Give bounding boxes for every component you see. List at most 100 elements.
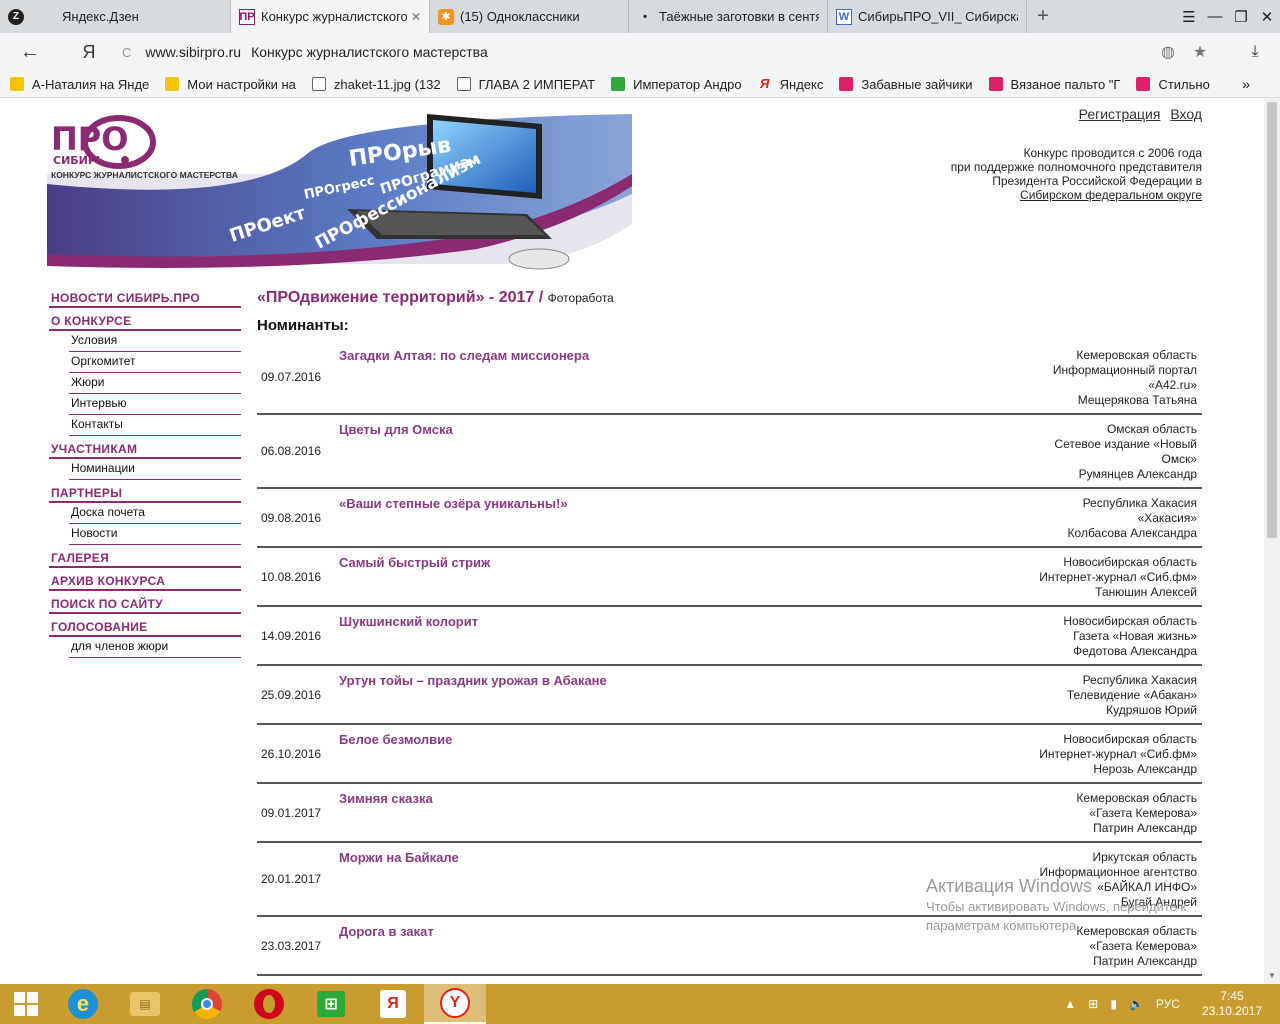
tab-title: (15) Одноклассники (460, 9, 580, 24)
volume-icon[interactable]: 🔈 (1129, 997, 1144, 1011)
nominee-info-line: Федотова Александра (1073, 644, 1197, 658)
nominee-info-line: Бугай Андрей (1120, 895, 1197, 909)
nominee-info: Новосибирская область Интернет-журнал «Си… (942, 725, 1202, 782)
hamburger-menu-icon[interactable]: ☰ (1176, 8, 1202, 26)
taskbar-opera[interactable] (238, 984, 300, 1024)
close-tab-icon[interactable]: ✕ (411, 10, 421, 24)
nominee-title-link[interactable]: «Ваши степные озёра уникальны!» (339, 489, 942, 546)
bookmark-item[interactable]: Стильно (1136, 77, 1210, 92)
protect-icon[interactable]: ◍ (1152, 42, 1184, 62)
taskbar-yandex[interactable]: Я (362, 984, 424, 1024)
bookmark-item[interactable]: Я Яндекс (758, 77, 823, 92)
nominee-info-line: Телевидение «Абакан» (1066, 688, 1197, 702)
nominee-title-link[interactable]: Белое безмолвие (339, 725, 942, 782)
sidebar-item-archive[interactable]: АРХИВ КОНКУРСА (49, 571, 241, 591)
back-arrow-icon[interactable]: ← (0, 41, 60, 64)
tab-yandex-zen[interactable]: Яндекс.Дзен (32, 0, 231, 33)
nominee-title-link[interactable]: Моржи на Байкале (339, 843, 942, 915)
bookmarks-more-chevron-icon[interactable]: » (1242, 76, 1250, 92)
yandex-button[interactable]: Я (60, 42, 118, 63)
page-scrollbar[interactable]: ▼ (1264, 98, 1280, 984)
nominee-info-line: Республика Хакасия (1082, 496, 1197, 510)
bookmark-label: zhaket-11.jpg (132 (333, 76, 441, 92)
sidebar-group-news: НОВОСТИ СИБИРЬ.ПРО (49, 288, 241, 308)
nominee-title-link[interactable]: Зимняя сказка (339, 784, 942, 841)
sidebar-subitem-contacts[interactable]: Контакты (69, 415, 241, 436)
bookmark-item[interactable]: zhaket-11.jpg (132 (311, 76, 441, 92)
nominee-info: Кемеровская область «Газета Кемерова» Патр… (942, 784, 1202, 841)
taskbar-store[interactable]: ⊞ (300, 984, 362, 1024)
clock[interactable]: 7:45 23.10.2017 (1202, 989, 1262, 1019)
sidebar-subitem-jury[interactable]: Жюри (69, 373, 241, 394)
nominee-date: 20.01.2017 (261, 872, 322, 886)
bookmark-item[interactable]: Мои настройки на (165, 77, 296, 92)
login-link[interactable]: Вход (1170, 106, 1202, 122)
taskbar-chrome[interactable] (176, 984, 238, 1024)
bookmark-item[interactable]: Вязаное пальто "Г (988, 77, 1120, 92)
bookmark-item[interactable]: Забавные зайчики (839, 76, 973, 92)
minimize-icon[interactable]: — (1202, 8, 1228, 25)
sidebar-item-gallery[interactable]: ГАЛЕРЕЯ (49, 548, 241, 568)
sidebar-subitem-jury-members[interactable]: для членов жюри (69, 637, 241, 658)
tab-title: Таёжные заготовки в сентя (659, 9, 819, 24)
bookmark-label: Забавные зайчики (861, 76, 973, 92)
sfo-link[interactable]: Сибирском федеральном округе (951, 188, 1202, 202)
nominee-info-line: Новосибирская область (1063, 555, 1197, 569)
bookmark-label: ГЛАВА 2 ИМПЕРАТ (478, 76, 596, 92)
nominee-date (257, 976, 339, 984)
table-row: Анга готовится к юбилею Иннокентия Вениа… (257, 976, 1202, 984)
nominee-title-link[interactable]: Дорога в закат (339, 917, 942, 974)
download-icon[interactable]: ⤓ (1230, 43, 1280, 61)
nominee-info: Кемеровская область «Газета Кемерова» Патр… (942, 917, 1202, 974)
sidebar-item-news[interactable]: НОВОСТИ СИБИРЬ.ПРО (49, 288, 241, 308)
url-field[interactable]: C www.sibirpro.ru Конкурс журналистского… (118, 38, 1152, 66)
sidebar-item-about[interactable]: О КОНКУРСЕ (49, 311, 241, 331)
site-banner[interactable]: ПРО СИБИРЬ КОНКУРС ЖУРНАЛИСТСКОГО МАСТЕР… (47, 114, 632, 274)
restore-icon[interactable]: ❐ (1228, 8, 1254, 26)
start-button[interactable] (0, 984, 52, 1024)
sidebar-subitem-nominations[interactable]: Номинации (69, 459, 241, 480)
sidebar-subitem-honor-board[interactable]: Доска почета (69, 503, 241, 524)
sidebar-item-search[interactable]: ПОИСК ПО САЙТУ (49, 594, 241, 614)
signal-icon[interactable]: ▮ (1110, 997, 1117, 1011)
bookmark-item[interactable]: Император Андро (611, 77, 742, 92)
language-indicator[interactable]: РУС (1156, 997, 1180, 1011)
tab-sibirpro[interactable]: ПР Конкурс журналистского ✕ (231, 0, 430, 33)
sidebar-nav: НОВОСТИ СИБИРЬ.ПРО О КОНКУРСЕ Условия Ор… (49, 288, 241, 661)
tab-document[interactable]: W СибирьПРО_VII_ Сибирская (828, 0, 1027, 33)
document-icon (456, 77, 471, 91)
tray-chevron-up-icon[interactable]: ▲ (1064, 997, 1076, 1011)
sidebar-item-voting[interactable]: ГОЛОСОВАНИЕ (49, 617, 241, 637)
star-icon[interactable]: ★ (1184, 42, 1216, 62)
tab-taiga[interactable]: • Таёжные заготовки в сентя (629, 0, 828, 33)
nominee-title-link[interactable]: Шукшинский колорит (339, 607, 942, 664)
network-icon[interactable]: ⊞ (1088, 997, 1098, 1011)
nominee-title-link[interactable]: Самый быстрый стриж (339, 548, 942, 605)
table-row: 10.08.2016 Самый быстрый стриж Новосибирск… (257, 548, 1202, 607)
new-tab-button[interactable]: + (1027, 0, 1059, 33)
close-window-icon[interactable]: ✕ (1254, 8, 1280, 26)
tab-odnoklassniki[interactable]: ✱ (15) Одноклассники (430, 0, 629, 33)
nominee-date: 25.09.2016 (261, 687, 322, 702)
sidebar-subitem-conditions[interactable]: Условия (69, 331, 241, 352)
scrollbar-thumb[interactable] (1267, 102, 1277, 538)
contest-info-line: Конкурс проводится с 2006 года (1023, 146, 1202, 160)
tab-title: Яндекс.Дзен (62, 9, 139, 24)
nominee-title-link[interactable]: Анга готовится к юбилею Иннокентия Вениа… (339, 976, 942, 984)
sidebar-subitem-partner-news[interactable]: Новости (69, 524, 241, 545)
nominee-title-link[interactable]: Загадки Алтая: по следам миссионера (339, 341, 942, 413)
sidebar-subitem-interview[interactable]: Интервью (69, 394, 241, 415)
bookmark-item[interactable]: ГЛАВА 2 ИМПЕРАТ (456, 76, 596, 92)
taskbar-file-explorer[interactable]: ▤ (114, 984, 176, 1024)
sidebar-item-participants[interactable]: УЧАСТНИКАМ (49, 439, 241, 459)
taskbar-internet-explorer[interactable]: e (52, 984, 114, 1024)
sidebar-subitem-orgcommittee[interactable]: Оргкомитет (69, 352, 241, 373)
browser-menu-logo[interactable]: Z (0, 0, 32, 33)
nominee-title-link[interactable]: Уртун тойы – праздник урожая в Абакане (339, 666, 942, 723)
register-link[interactable]: Регистрация (1079, 106, 1161, 122)
sidebar-item-partners[interactable]: ПАРТНЕРЫ (49, 483, 241, 503)
bookmark-item[interactable]: А-Наталия на Янде (10, 77, 149, 92)
taskbar-yandex-browser[interactable]: Y (424, 984, 486, 1024)
scroll-down-arrow-icon[interactable]: ▼ (1268, 971, 1276, 980)
nominee-title-link[interactable]: Цветы для Омска (339, 415, 942, 487)
